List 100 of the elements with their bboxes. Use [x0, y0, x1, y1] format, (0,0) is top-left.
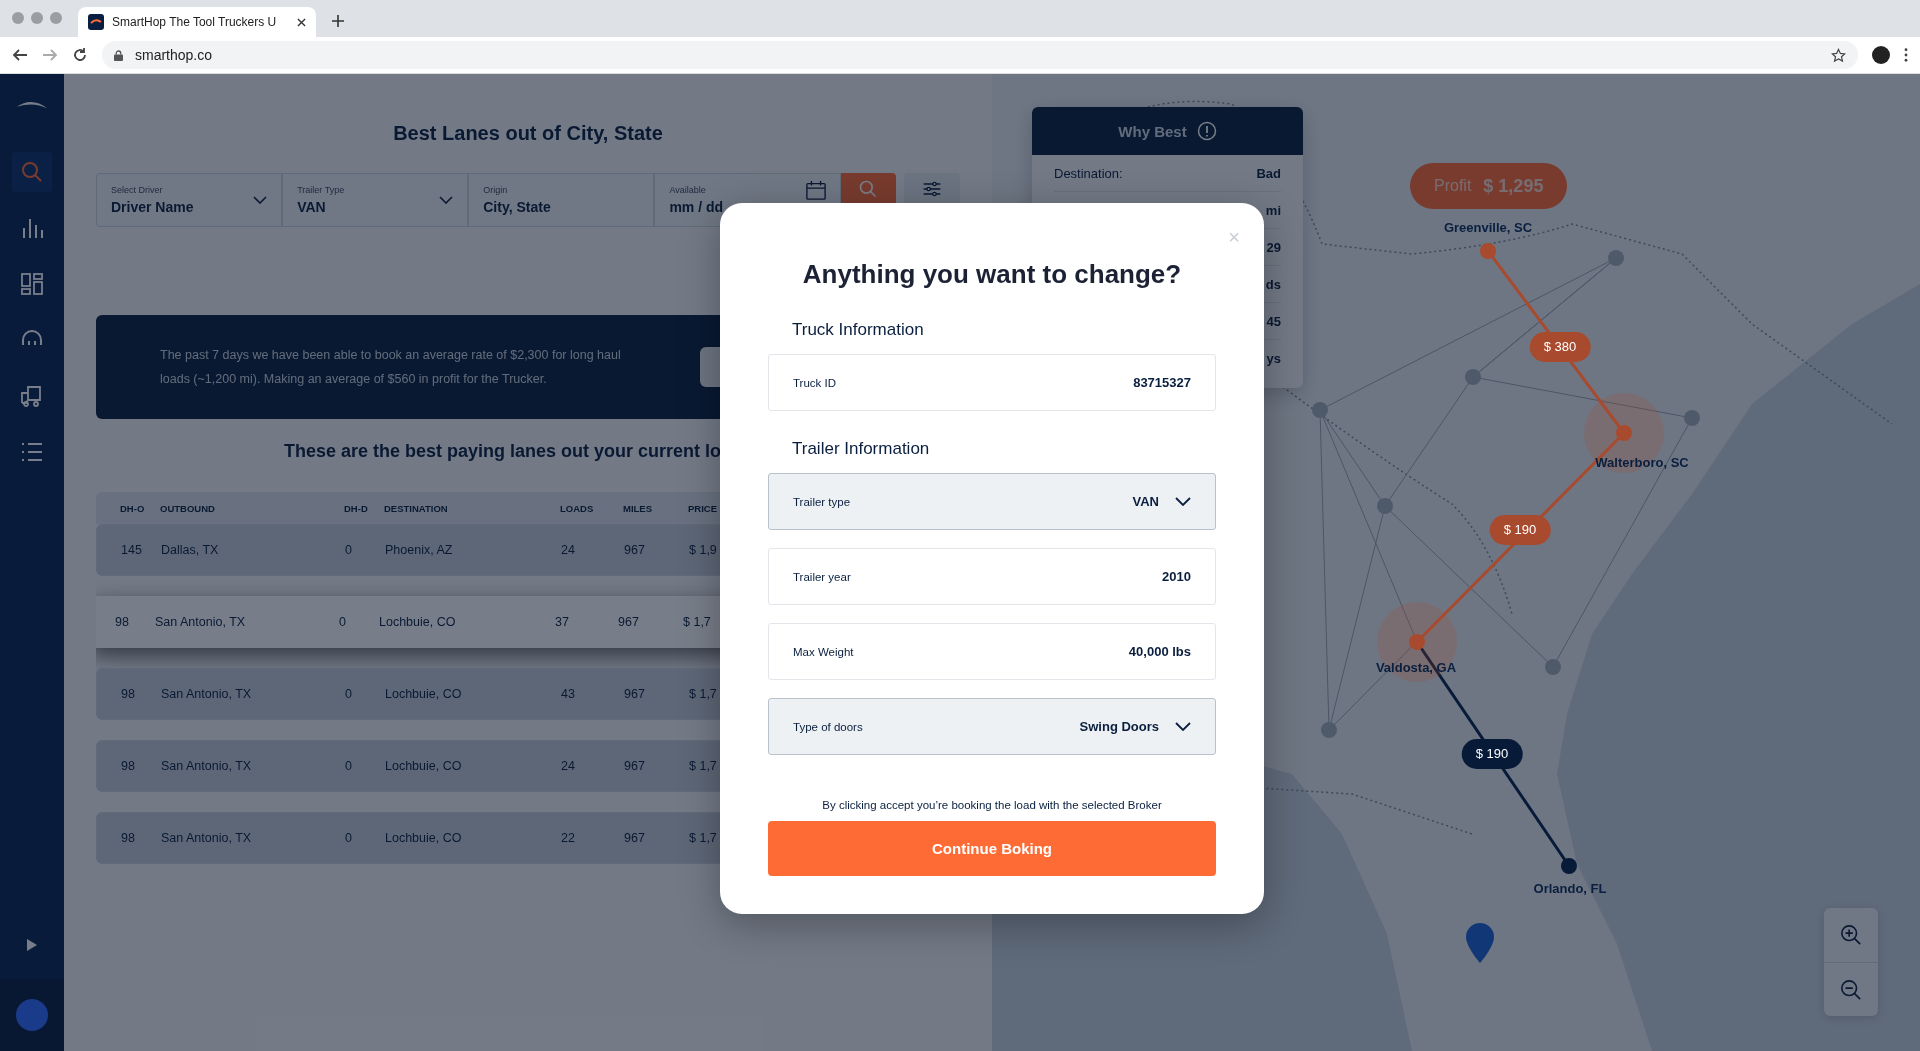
table-cell-text: San Antonio, TX: [161, 687, 253, 701]
table-cell-text: 967: [618, 615, 640, 629]
row-value: mi: [1265, 202, 1281, 218]
table-row[interactable]: 98 San Antonio, TX 0 Lochbuie, CO 22 967 $ 1,7: [96, 812, 720, 864]
table-row[interactable]: 145 Dallas, TX 0 Phoenix, AZ 24 967 $ 1,9: [96, 524, 720, 576]
table-cell-text: 0: [339, 615, 347, 629]
city-marker[interactable]: [1377, 602, 1457, 682]
row-value: ds: [1265, 276, 1281, 292]
forward-arrow-icon[interactable]: [42, 47, 58, 63]
window-close-light[interactable]: [12, 12, 24, 24]
window-zoom-light[interactable]: [50, 12, 62, 24]
row-value: ys: [1266, 350, 1281, 366]
filter-field[interactable]: Select Driver Driver Name: [96, 173, 283, 227]
city-marker[interactable]: [1480, 243, 1496, 259]
input-field[interactable]: Max Weight 40,000 lbs: [768, 623, 1216, 680]
list-icon: [20, 440, 44, 464]
network-node[interactable]: [1684, 410, 1700, 426]
lock-icon: [114, 49, 123, 61]
select-field[interactable]: Type of doors Swing Doors: [768, 698, 1216, 755]
section-heading: Trailer Information: [792, 439, 931, 459]
zoom-in-icon: [1840, 924, 1862, 946]
row-label: Destination:: [1054, 165, 1123, 181]
table-cell-text: 0: [345, 759, 353, 773]
network-node[interactable]: [1377, 498, 1393, 514]
table-cell-text: 98: [121, 759, 136, 773]
city-label: Greenville, SC: [1443, 219, 1533, 235]
column-header: LOADS: [560, 502, 595, 514]
profile-avatar[interactable]: [1872, 46, 1890, 64]
section-heading: Truck Information: [792, 320, 925, 340]
table-cell-text: Lochbuie, CO: [385, 831, 463, 845]
profit-badge: Profit $ 1,295: [1410, 163, 1568, 209]
table-cell-text: Lochbuie, CO: [385, 687, 463, 701]
filter-field[interactable]: Trailer Type VAN: [282, 173, 469, 227]
network-node[interactable]: [1312, 402, 1328, 418]
bookmark-star-icon[interactable]: [1831, 47, 1846, 63]
bar-chart-icon: [20, 216, 44, 240]
table-cell-text: 43: [561, 687, 576, 701]
column-header: DESTINATION: [384, 502, 449, 514]
table-cell-text: Dallas, TX: [161, 543, 220, 557]
column-header: PRICE: [688, 502, 719, 514]
table-cell-text: $ 1,7: [683, 615, 712, 629]
network-node[interactable]: [1545, 659, 1561, 675]
calendar-icon: [805, 180, 826, 200]
table-cell-text: 24: [561, 759, 576, 773]
table-cell-text: 967: [624, 687, 646, 701]
city-marker[interactable]: [1561, 858, 1577, 874]
back-arrow-icon[interactable]: [12, 47, 28, 63]
network-node[interactable]: [1321, 722, 1337, 738]
input-field[interactable]: Truck ID 83715327: [768, 354, 1216, 411]
info-icon[interactable]: [1196, 121, 1217, 141]
table-cell-text: San Antonio, TX: [161, 759, 253, 773]
panel-title: Why Best: [1118, 122, 1187, 140]
column-header: MILES: [623, 502, 654, 514]
window-minimize-light[interactable]: [31, 12, 43, 24]
location-pin-icon[interactable]: [1466, 923, 1494, 963]
table-cell-text: San Antonio, TX: [161, 831, 253, 845]
network-node[interactable]: [1608, 250, 1624, 266]
filter-field[interactable]: Origin City, State: [468, 173, 655, 227]
chevron-down-icon: [1175, 722, 1191, 731]
table-cell-text: 98: [121, 687, 136, 701]
table-cell-text: 145: [121, 543, 143, 557]
address-field[interactable]: smarthop.co: [102, 41, 1858, 69]
close-icon[interactable]: [297, 17, 306, 27]
chevron-down-icon: [253, 196, 268, 204]
table-cell-text: 967: [624, 759, 646, 773]
sliders-icon: [922, 179, 943, 199]
table-cell-text: 24: [561, 543, 576, 557]
price-badge: $ 190: [1461, 739, 1523, 769]
table-cell-text: 98: [121, 831, 136, 845]
table-cell-text: 0: [345, 687, 353, 701]
table-row[interactable]: 98 San Antonio, TX 0 Lochbuie, CO 24 967 $ 1,7: [96, 740, 720, 792]
column-header: DH-O: [120, 502, 146, 514]
continue-booking-button[interactable]: Continue Boking: [768, 821, 1216, 876]
reload-icon[interactable]: [72, 47, 88, 63]
table-cell-text: $ 1,7: [689, 831, 718, 845]
select-field[interactable]: Trailer type VAN: [768, 473, 1216, 530]
menu-icon[interactable]: [1904, 48, 1908, 62]
table-cell-text: San Antonio, TX: [155, 615, 247, 629]
chevron-down-icon: [439, 196, 454, 204]
table-cell-text: $ 1,9: [689, 543, 718, 557]
city-label: Valdosta, GA: [1375, 659, 1457, 675]
expand-play-icon[interactable]: [27, 939, 37, 951]
table-cell-text: Lochbuie, CO: [385, 759, 463, 773]
section-heading: These are the best paying lanes out your current lo: [284, 441, 720, 462]
tab-title: SmartHop The Tool Truckers U: [112, 15, 278, 29]
column-header: DH-D: [344, 502, 369, 514]
nav-item[interactable]: [12, 152, 52, 192]
browser-tab[interactable]: SmartHop The Tool Truckers U: [78, 7, 316, 37]
new-tab-icon[interactable]: [332, 15, 344, 27]
input-field[interactable]: Trailer year 2010: [768, 548, 1216, 605]
row-value: 45: [1266, 313, 1281, 329]
table-cell-text: Lochbuie, CO: [379, 615, 457, 629]
table-cell-text: 98: [115, 615, 130, 629]
table-row[interactable]: 98 San Antonio, TX 0 Lochbuie, CO 37 967 $ 1,7: [96, 596, 720, 648]
chevron-down-icon: [1175, 497, 1191, 506]
table-cell-text: 37: [555, 615, 570, 629]
network-node[interactable]: [1465, 369, 1481, 385]
table-row[interactable]: 98 San Antonio, TX 0 Lochbuie, CO 43 967 $ 1,7: [96, 668, 720, 720]
table-cell-text: $ 1,7: [689, 759, 718, 773]
banner-text: The past 7 days we have been able to book an average rate of $2,300 for long haul loads (~1,200 mi). Making an average of $560 in profit for the Trucker.: [160, 347, 622, 388]
